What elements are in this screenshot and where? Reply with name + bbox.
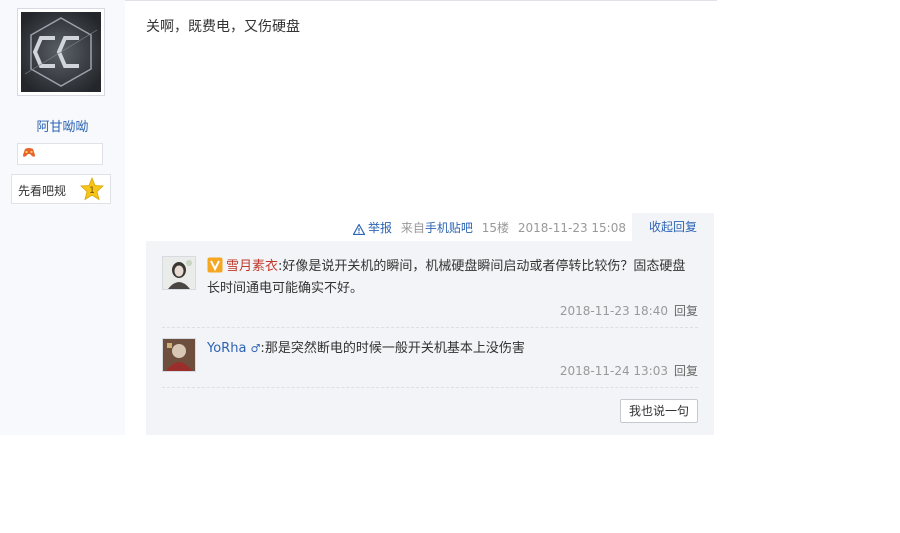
post-tail: 举报 来自手机贴吧 15楼 2018-11-23 15:08: [348, 219, 626, 236]
warning-icon: [353, 224, 366, 235]
list-item: YoRha ♂:那是突然断电的时候一般开关机基本上没伤害 2018-11-24 …: [162, 338, 698, 378]
reply-username[interactable]: 雪月素衣: [226, 259, 278, 274]
member-level-badge[interactable]: [17, 143, 103, 165]
reply-avatar[interactable]: [162, 338, 196, 372]
star-icon: 1: [80, 176, 104, 204]
divider: [125, 0, 717, 1]
author-sidebar: 阿甘呦呦 先看吧规 1: [0, 0, 125, 435]
reply-meta: 2018-11-23 18:40 回复: [560, 302, 698, 319]
post-time: 2018-11-23 15:08: [517, 221, 626, 235]
reply-button[interactable]: 回复: [674, 304, 698, 318]
reply-text: 那是突然断电的时候一般开关机基本上没伤害: [264, 341, 525, 356]
reply-meta: 2018-11-24 13:03 回复: [560, 362, 698, 379]
post-content: 关啊，既费电，又伤硬盘: [146, 19, 300, 35]
avatar-image: [21, 12, 101, 92]
divider: [162, 327, 698, 328]
reply-panel: 雪月素衣:好像是说开关机的瞬间，机械硬盘瞬间启动或者停转比较伤？固态硬盘长时间通…: [146, 241, 714, 435]
author-avatar[interactable]: [17, 8, 105, 96]
reply-body: YoRha ♂:那是突然断电的时候一般开关机基本上没伤害: [207, 338, 697, 360]
author-username[interactable]: 阿甘呦呦: [0, 116, 125, 135]
rules-badge-number: 1: [89, 186, 95, 196]
add-comment-button[interactable]: 我也说一句: [620, 399, 698, 423]
reply-button[interactable]: 回复: [674, 364, 698, 378]
forum-rules-button[interactable]: 先看吧规 1: [11, 174, 111, 204]
collapse-replies-tab[interactable]: 收起回复: [632, 213, 714, 241]
rules-label: 先看吧规: [18, 184, 67, 198]
male-icon: ♂: [250, 342, 261, 355]
gamepad-icon: [22, 147, 36, 162]
vip-badge-icon: [207, 257, 223, 273]
source-prefix: 来自: [400, 221, 425, 235]
reply-username[interactable]: YoRha: [207, 341, 246, 356]
reply-time: 2018-11-23 18:40: [559, 304, 668, 318]
floor-number: 15楼: [481, 221, 510, 235]
report-link[interactable]: 举报: [353, 221, 396, 235]
source-link[interactable]: 手机贴吧: [425, 221, 473, 235]
report-label: 举报: [368, 221, 393, 235]
list-item: 雪月素衣:好像是说开关机的瞬间，机械硬盘瞬间启动或者停转比较伤？固态硬盘长时间通…: [162, 256, 698, 318]
reply-body: 雪月素衣:好像是说开关机的瞬间，机械硬盘瞬间启动或者停转比较伤？固态硬盘长时间通…: [207, 256, 697, 300]
reply-time: 2018-11-24 13:03: [559, 364, 668, 378]
reply-avatar[interactable]: [162, 256, 196, 290]
divider: [162, 387, 698, 388]
